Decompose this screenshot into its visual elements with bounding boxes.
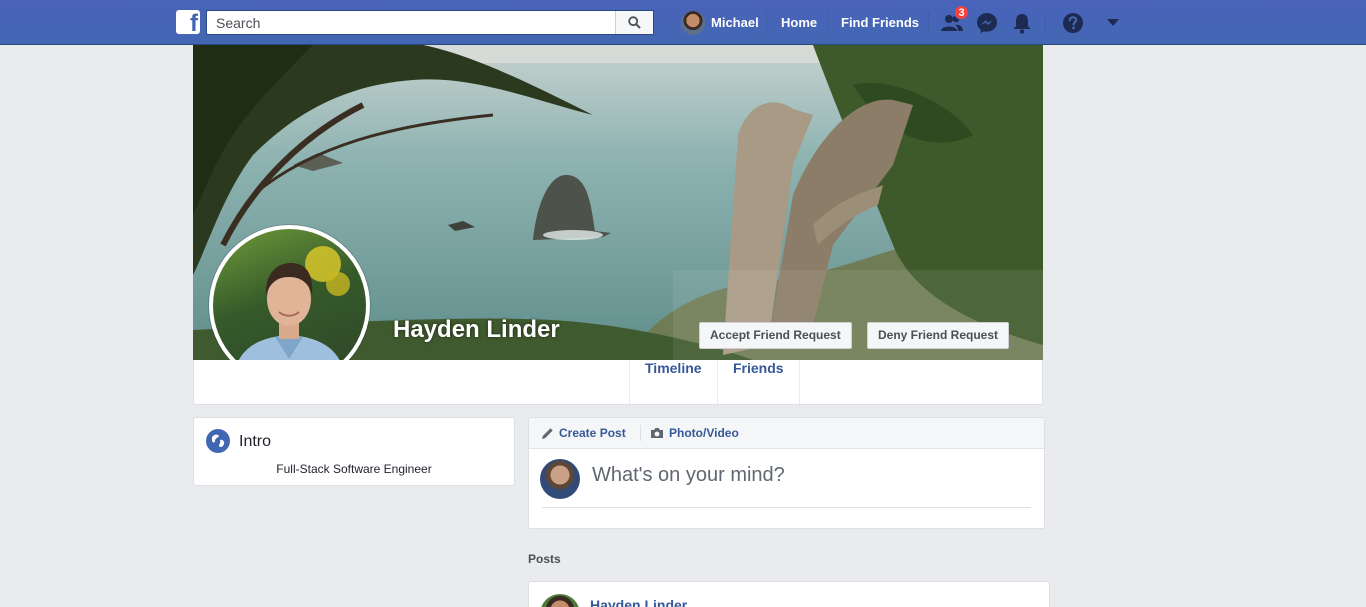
composer-header: Create Post Photo/Video	[529, 418, 1044, 449]
tab-friends[interactable]: Friends	[717, 360, 800, 404]
intro-card: Intro Full-Stack Software Engineer	[193, 417, 515, 486]
divider	[542, 507, 1031, 508]
notifications-button[interactable]	[1009, 10, 1035, 36]
nav-home-label: Home	[781, 15, 818, 30]
camera-icon	[651, 428, 663, 438]
caret-down-icon	[1107, 19, 1119, 26]
help-icon	[1063, 13, 1083, 33]
messenger-button[interactable]	[974, 10, 1000, 36]
photo-video-button[interactable]: Photo/Video	[650, 426, 739, 440]
search-icon	[628, 16, 641, 29]
divider	[766, 12, 767, 33]
nav-user-name: Michael	[711, 15, 759, 30]
intro-title: Intro	[239, 433, 272, 450]
deny-friend-request-button[interactable]: Deny Friend Request	[867, 322, 1010, 349]
facebook-logo[interactable]: f	[176, 10, 200, 34]
nav-find-friends-link[interactable]: Find Friends	[841, 0, 919, 45]
post-author-link[interactable]: Hayden Linder	[590, 597, 687, 607]
profile-name: Hayden Linder	[393, 316, 560, 343]
divider	[1045, 12, 1046, 33]
accept-friend-request-button[interactable]: Accept Friend Request	[699, 322, 852, 349]
create-post-label: Create Post	[559, 426, 626, 440]
pencil-icon	[542, 427, 553, 439]
messenger-icon	[977, 13, 997, 33]
divider	[828, 12, 829, 33]
bell-icon	[1013, 13, 1031, 34]
profile-photo	[213, 229, 366, 360]
divider	[640, 425, 641, 441]
profile-tab-bar: Timeline Friends	[193, 360, 1043, 405]
nav-find-friends-label: Find Friends	[841, 15, 919, 30]
avatar[interactable]	[540, 594, 580, 607]
search-input[interactable]	[207, 11, 613, 34]
create-post-button[interactable]: Create Post	[541, 426, 626, 440]
post-composer: Create Post Photo/Video What's on your m…	[528, 417, 1045, 529]
search-box	[206, 10, 654, 35]
friend-requests-badge: 3	[954, 5, 969, 20]
status-input[interactable]: What's on your mind?	[592, 464, 785, 487]
photo-video-label: Photo/Video	[669, 426, 739, 440]
help-button[interactable]	[1060, 10, 1086, 36]
person-silhouette-image	[238, 246, 350, 360]
tab-timeline[interactable]: Timeline	[629, 360, 717, 404]
top-navigation-bar: f Michael Home Find Friends 3	[0, 0, 1366, 45]
cover-photo[interactable]: Hayden Linder Accept Friend Request Deny…	[193, 45, 1043, 360]
account-menu-button[interactable]	[1100, 10, 1126, 36]
divider	[928, 12, 929, 33]
posts-section-label: Posts	[528, 552, 561, 566]
avatar	[540, 459, 580, 499]
nav-profile-link[interactable]: Michael	[681, 0, 759, 45]
avatar	[681, 10, 705, 35]
post-card: Hayden Linder	[528, 581, 1050, 607]
nav-home-link[interactable]: Home	[781, 0, 817, 45]
globe-icon	[206, 429, 230, 453]
search-button[interactable]	[615, 11, 653, 34]
intro-bio: Full-Stack Software Engineer	[276, 462, 432, 476]
